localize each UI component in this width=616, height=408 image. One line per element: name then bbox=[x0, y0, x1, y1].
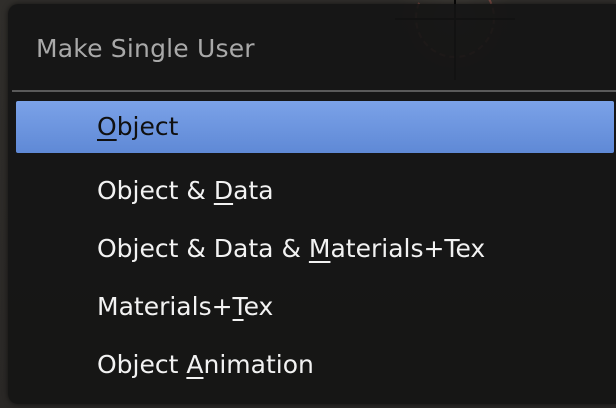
menu-title: Make Single User bbox=[36, 34, 255, 63]
menu-item-label: Object & Data bbox=[97, 176, 274, 205]
menu-item-materials-tex[interactable]: Materials+Tex bbox=[16, 281, 614, 333]
menu-item-object-animation[interactable]: Object Animation bbox=[16, 339, 614, 391]
menu-item-label: Materials+Tex bbox=[97, 292, 274, 321]
menu-item-object[interactable]: Object bbox=[16, 101, 614, 153]
menu-item-label: Object Animation bbox=[97, 350, 314, 379]
menu-item-object-data-materials-tex[interactable]: Object & Data & Materials+Tex bbox=[16, 223, 614, 275]
make-single-user-menu: Make Single User Object Object & Data Ob… bbox=[8, 4, 616, 404]
menu-divider bbox=[12, 90, 616, 92]
menu-item-label: Object & Data & Materials+Tex bbox=[97, 234, 486, 263]
menu-item-object-and-data[interactable]: Object & Data bbox=[16, 165, 614, 217]
menu-item-label: Object bbox=[97, 112, 179, 141]
